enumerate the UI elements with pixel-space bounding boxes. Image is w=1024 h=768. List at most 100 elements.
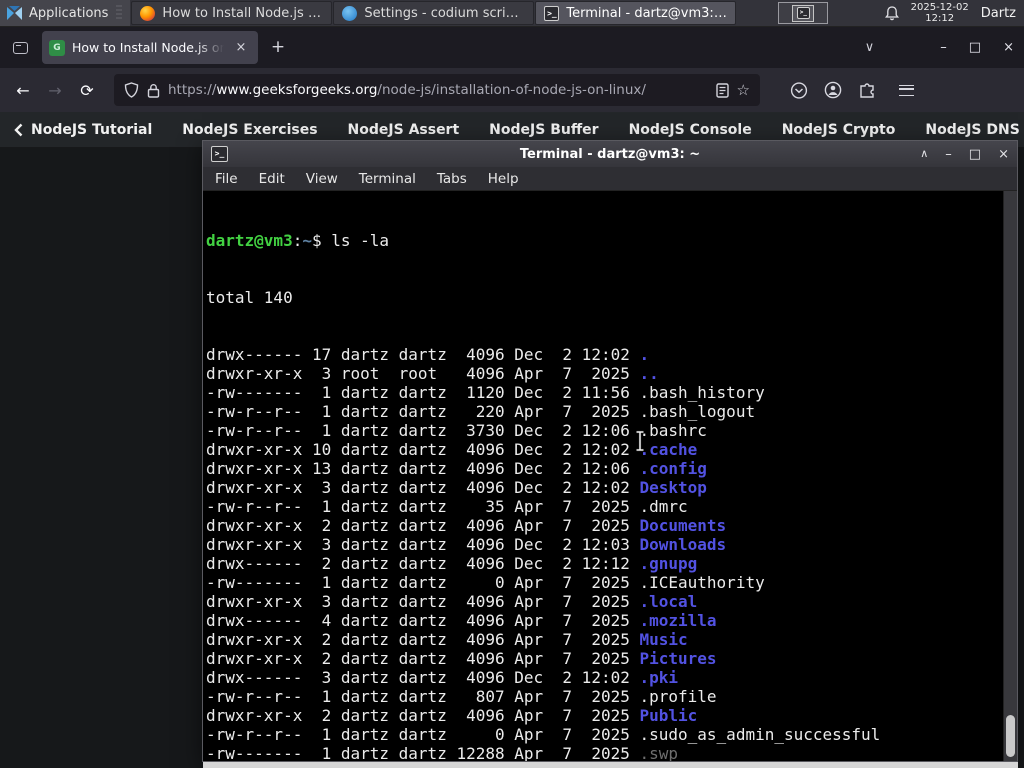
- terminal-menu-terminal[interactable]: Terminal: [359, 171, 416, 187]
- terminal-icon: >_: [544, 5, 560, 21]
- gfg-nav-item[interactable]: NodeJS Console: [629, 122, 752, 138]
- chevron-left-icon: [14, 123, 23, 136]
- gfg-nav-item[interactable]: NodeJS Crypto: [782, 122, 896, 138]
- taskbar-button-label: Settings - codium script...: [364, 5, 526, 21]
- window-close-button[interactable]: ×: [1003, 40, 1014, 55]
- taskbar-button-label: How to Install Node.js o...: [162, 5, 324, 21]
- firefox-icon: [140, 5, 156, 21]
- terminal-row: drwxr-xr-x 2 dartz dartz 4096 Apr 7 2025…: [206, 516, 727, 535]
- terminal-shade-button[interactable]: ∧: [920, 147, 928, 162]
- terminal-menubar: File Edit View Terminal Tabs Help: [203, 167, 1017, 191]
- total-line: total 140: [206, 288, 293, 307]
- terminal-output[interactable]: dartz@vm3:~$ ls -la total 140 drwx------…: [203, 191, 1003, 761]
- taskbar-button-label: Terminal - dartz@vm3: ~: [566, 5, 728, 21]
- firefox-view-button[interactable]: [6, 34, 34, 62]
- hamburger-icon: [898, 84, 914, 96]
- file-name: Music: [639, 630, 688, 649]
- top-panel: Applications How to Install Node.js o...…: [0, 0, 1024, 27]
- app-menu-button[interactable]: [892, 76, 920, 104]
- tab-title: How to Install Node.js on: [72, 40, 224, 55]
- list-all-tabs-icon[interactable]: ∨: [859, 40, 881, 55]
- taskbar-button[interactable]: >_ Terminal - dartz@vm3: ~: [535, 1, 737, 25]
- terminal-scrollbar[interactable]: [1003, 191, 1017, 761]
- gfg-nav-item[interactable]: NodeJS Assert: [348, 122, 460, 138]
- prompt-dollar: $: [311, 231, 332, 250]
- mini-terminal-icon: >_: [796, 7, 810, 19]
- terminal-title: Terminal - dartz@vm3: ~: [519, 146, 701, 162]
- pocket-icon[interactable]: [790, 81, 808, 99]
- text-cursor: [636, 430, 644, 452]
- terminal-row: drwx------ 4 dartz dartz 4096 Apr 7 2025…: [206, 611, 717, 630]
- window-minimize-button[interactable]: –: [940, 40, 947, 55]
- clock-time: 12:12: [925, 13, 955, 24]
- terminal-menu-view[interactable]: View: [306, 171, 338, 187]
- geeksforgeeks-favicon: G: [49, 39, 65, 56]
- file-name: Documents: [639, 516, 727, 535]
- terminal-titlebar[interactable]: >_ Terminal - dartz@vm3: ~ ∧ – □ ×: [203, 141, 1017, 167]
- terminal-row: -rw-r--r-- 1 dartz dartz 0 Apr 7 2025 .s…: [206, 725, 881, 744]
- extensions-puzzle-icon[interactable]: [858, 81, 876, 99]
- terminal-row: drwx------ 17 dartz dartz 4096 Dec 2 12:…: [206, 345, 650, 364]
- terminal-scrollbar-thumb[interactable]: [1006, 715, 1015, 757]
- terminal-row: drwxr-xr-x 10 dartz dartz 4096 Dec 2 12:…: [206, 440, 698, 459]
- file-name: Desktop: [639, 478, 707, 497]
- panel-grip: [116, 5, 123, 21]
- panel-clock[interactable]: 2025-12-02 12:12: [911, 2, 969, 24]
- file-name: ..: [639, 364, 659, 383]
- terminal-minimize-button[interactable]: –: [945, 147, 952, 162]
- prompt-line: dartz@vm3:~$ ls -la: [206, 231, 1003, 250]
- account-icon[interactable]: [824, 81, 842, 99]
- navigation-toolbar: ← → ⟳ https://www.geeksforgeeks.org/node…: [0, 68, 1024, 112]
- xfce-logo-icon: [7, 5, 22, 20]
- forward-button[interactable]: →: [40, 75, 70, 105]
- workspace-switcher[interactable]: >_: [778, 2, 829, 24]
- new-tab-button[interactable]: +: [264, 34, 292, 62]
- reader-mode-icon[interactable]: [715, 82, 729, 98]
- terminal-row: drwxr-xr-x 3 dartz dartz 4096 Dec 2 12:0…: [206, 478, 707, 497]
- terminal-menu-edit[interactable]: Edit: [259, 171, 285, 187]
- gfg-nav-label: NodeJS Buffer: [489, 121, 599, 138]
- codium-icon: [342, 5, 358, 21]
- tabbar-right: ∨ – □ ×: [859, 40, 1018, 55]
- terminal-close-button[interactable]: ×: [998, 147, 1009, 162]
- notification-bell-icon[interactable]: [884, 5, 899, 21]
- window-maximize-button[interactable]: □: [969, 40, 981, 55]
- applications-menu[interactable]: Applications: [0, 0, 131, 26]
- file-name: Public: [639, 706, 698, 725]
- terminal-row: -rw-r--r-- 1 dartz dartz 807 Apr 7 2025 …: [206, 687, 717, 706]
- file-name: .local: [639, 592, 698, 611]
- file-name: .bashrc: [639, 421, 707, 440]
- browser-tab-active[interactable]: G How to Install Node.js on ×: [42, 31, 258, 64]
- terminal-menu-file[interactable]: File: [215, 171, 238, 187]
- bookmark-star-icon[interactable]: ☆: [737, 81, 750, 99]
- gfg-nav-item[interactable]: NodeJS Tutorial: [14, 122, 152, 138]
- tracking-shield-icon[interactable]: [124, 82, 139, 98]
- prompt-colon: :: [292, 231, 303, 250]
- user-menu[interactable]: Dartz: [981, 6, 1016, 21]
- url-bar[interactable]: https://www.geeksforgeeks.org/node-js/in…: [114, 74, 760, 106]
- file-name: Pictures: [639, 649, 717, 668]
- file-name: .sudo_as_admin_successful: [639, 725, 881, 744]
- tab-close-icon[interactable]: ×: [231, 38, 251, 58]
- taskbar-button[interactable]: How to Install Node.js o...: [131, 1, 333, 25]
- back-button[interactable]: ←: [8, 75, 38, 105]
- gfg-nav-item[interactable]: NodeJS DNS: [925, 122, 1019, 138]
- terminal-row: -rw------- 1 dartz dartz 1120 Dec 2 11:5…: [206, 383, 765, 402]
- terminal-maximize-button[interactable]: □: [969, 147, 981, 162]
- terminal-menu-help[interactable]: Help: [488, 171, 519, 187]
- gfg-nav-item[interactable]: NodeJS Exercises: [182, 122, 317, 138]
- file-name: .cache: [639, 440, 698, 459]
- terminal-row: -rw-r--r-- 1 dartz dartz 35 Apr 7 2025 .…: [206, 497, 688, 516]
- file-name: .pki: [639, 668, 679, 687]
- file-name: .gnupg: [639, 554, 698, 573]
- firefox-view-icon: [12, 41, 28, 54]
- gfg-nav-item[interactable]: NodeJS Buffer: [489, 122, 598, 138]
- taskbar-button[interactable]: Settings - codium script...: [333, 1, 535, 25]
- terminal-row: drwxr-xr-x 13 dartz dartz 4096 Dec 2 12:…: [206, 459, 707, 478]
- reload-button[interactable]: ⟳: [72, 75, 102, 105]
- terminal-menu-tabs[interactable]: Tabs: [437, 171, 467, 187]
- window-controls: – □ ×: [940, 40, 1014, 55]
- file-name: .dmrc: [639, 497, 688, 516]
- file-name: .: [639, 345, 650, 364]
- lock-icon[interactable]: [147, 83, 160, 98]
